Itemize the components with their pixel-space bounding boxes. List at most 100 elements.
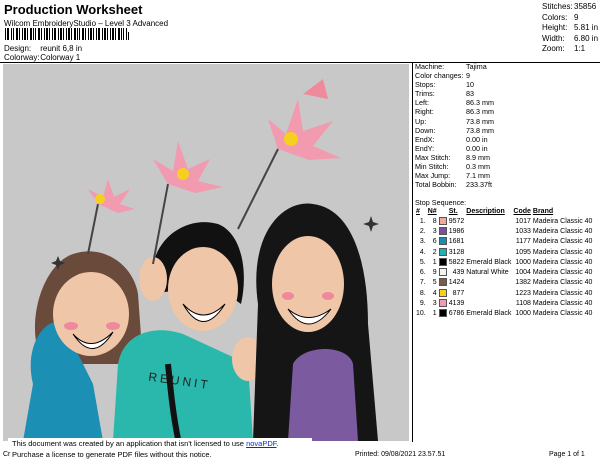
table-cell: 877: [452, 289, 465, 297]
summary-value: 5.81 in: [574, 23, 599, 32]
embroidery-artwork: REUNIT: [23, 79, 379, 441]
info-label: Left:: [415, 98, 429, 108]
table-cell: 1: [432, 258, 437, 266]
table-row: 1. 8 9572 1017 Madeira Classic 40: [415, 216, 593, 226]
table-cell: Madeira Classic 40: [532, 269, 593, 277]
color-swatch: [438, 299, 447, 308]
table-cell: [465, 298, 512, 308]
info-row: Trims: 83: [415, 89, 494, 98]
table-cell: Madeira Classic 40: [532, 279, 593, 287]
info-label: Machine:: [415, 62, 445, 71]
design-label: Design:: [4, 44, 32, 53]
novapdf-link[interactable]: novaPDF: [246, 439, 276, 448]
table-cell: 1424: [448, 279, 465, 287]
table-cell: 3.: [419, 238, 426, 246]
color-swatch-cell: [438, 226, 448, 236]
info-value: 233.37ft: [466, 180, 492, 190]
table-cell: 8: [432, 217, 437, 225]
colorway-row: Colorway: Colorway 1: [4, 53, 80, 62]
right-girl-blush: [322, 292, 334, 300]
table-cell: 1000: [515, 258, 531, 266]
table-cell: Madeira Classic 40: [532, 300, 593, 308]
footer-cr: Cr: [3, 451, 11, 458]
info-label: Down:: [415, 125, 436, 135]
info-value: 73.8 mm: [466, 116, 494, 126]
design-summary: Stitches:35856 Colors: 9 Height: 5.81 in W…: [542, 2, 598, 55]
info-value: 10: [466, 80, 474, 90]
left-girl-blush: [64, 322, 78, 330]
table-cell: 4: [432, 289, 437, 297]
info-row: EndX: 0.00 in: [415, 135, 494, 144]
table-cell: [465, 216, 512, 226]
table-cell: [465, 278, 512, 288]
table-cell: 10.: [416, 310, 426, 318]
table-cell: 1177: [515, 238, 531, 246]
col-header: Brand: [532, 208, 554, 215]
table-cell: 8.: [419, 289, 426, 297]
table-cell: 1000: [515, 310, 531, 318]
info-row: Color changes: 9: [415, 71, 494, 80]
barcode-graphic: [5, 28, 129, 40]
table-header-row: # N# St. Description Code Brand: [415, 207, 593, 216]
table-cell: 1382: [515, 279, 531, 287]
table-cell: [465, 226, 512, 236]
info-label: Color changes:: [415, 71, 464, 81]
info-row: Stops: 10: [415, 80, 494, 89]
table-cell: 3: [432, 300, 437, 308]
col-header: St.: [448, 208, 458, 215]
header-divider: [0, 62, 600, 63]
software-subtitle: Wilcom EmbroideryStudio – Level 3 Advanc…: [4, 19, 169, 28]
table-cell: 5822: [448, 258, 465, 266]
info-row: EndY: 0.00 in: [415, 144, 494, 153]
info-value: 0.3 mm: [466, 162, 490, 172]
stop-sequence-body: 1. 8 9572 1017 Madeira Classic 40 2. 3 1986 1033…: [415, 216, 593, 319]
info-label: Min Stitch:: [415, 162, 449, 172]
summary-label: Stitches:: [542, 2, 573, 11]
info-value: 7.1 mm: [466, 171, 490, 181]
table-cell: Madeira Classic 40: [532, 217, 593, 225]
colorway-label: Colorway:: [4, 53, 40, 62]
color-swatch: [438, 226, 447, 235]
table-cell: [465, 237, 512, 247]
table-cell: Madeira Classic 40: [532, 310, 593, 318]
info-row: Up: 73.8 mm: [415, 117, 494, 126]
info-label: EndX:: [415, 134, 435, 144]
color-swatch: [438, 237, 447, 246]
info-label: Trims:: [415, 89, 435, 99]
table-cell: Natural White: [466, 269, 509, 277]
table-cell: 2.: [419, 227, 426, 235]
info-label: Total Bobbin:: [415, 180, 457, 190]
table-cell: 9.: [419, 300, 426, 308]
table-cell: [465, 247, 512, 257]
info-row: Max Jump: 7.1 mm: [415, 171, 494, 180]
notice-text: This document was created by an applicat…: [12, 439, 247, 448]
table-cell: Emerald Black: [466, 258, 512, 266]
table-row: 6. 9 439 Natural White 1004 Madeira Classic 4…: [415, 267, 593, 277]
table-cell: 1108: [515, 300, 531, 308]
table-cell: 3128: [448, 248, 465, 256]
table-cell: Madeira Classic 40: [532, 238, 593, 246]
color-swatch: [438, 257, 447, 266]
color-swatch: [438, 216, 447, 225]
summary-label: Colors:: [542, 12, 568, 22]
info-row: Left: 86.3 mm: [415, 98, 494, 107]
info-row: Down: 73.8 mm: [415, 126, 494, 135]
table-cell: 1986: [448, 227, 465, 235]
summary-value: 6.80 in: [574, 33, 599, 43]
col-header: #: [416, 208, 420, 215]
info-row: Right: 86.3 mm: [415, 107, 494, 116]
table-cell: 2: [432, 248, 437, 256]
colorway-value: Colorway 1: [40, 53, 81, 62]
summary-colors: Colors: 9: [542, 13, 598, 24]
design-row: Design: reunit 6,8 in: [4, 44, 82, 53]
table-cell: 7.: [419, 279, 426, 287]
color-swatch-cell: [438, 257, 448, 267]
table-row: 10. 1 6786 Emerald Black 1000 Madeira Classic…: [415, 309, 593, 319]
left-girl-blush: [106, 322, 120, 330]
color-swatch: [438, 247, 447, 256]
machine-info: Machine: Tajima Color changes: 9 Stops: 10 …: [415, 62, 494, 189]
table-cell: 1: [432, 310, 437, 318]
table-cell: 1.: [419, 217, 426, 225]
col-header: N#: [427, 208, 437, 215]
info-label: Up:: [415, 116, 427, 126]
